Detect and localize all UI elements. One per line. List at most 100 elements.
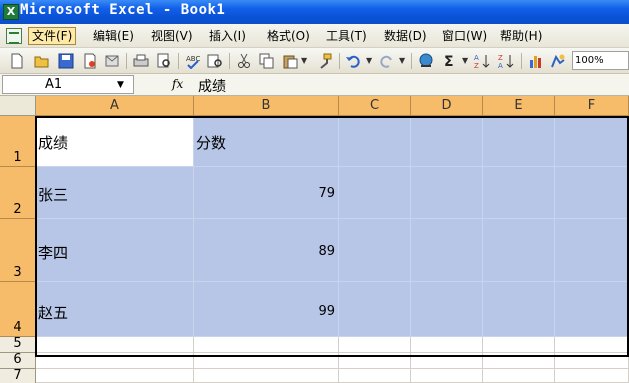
undo-icon[interactable]	[345, 53, 361, 69]
redo-dropdown-icon[interactable]: ▼	[399, 56, 405, 65]
cell-a5[interactable]	[36, 337, 194, 353]
cell-b4[interactable]: 99	[194, 282, 339, 337]
cell-b3[interactable]: 89	[194, 219, 339, 282]
undo-dropdown-icon[interactable]: ▼	[366, 56, 372, 65]
cell-b6[interactable]	[194, 353, 339, 369]
cell-d7[interactable]	[411, 369, 483, 383]
cell-b7[interactable]	[194, 369, 339, 383]
cell-a1[interactable]: 成绩	[36, 116, 194, 167]
cell-f5[interactable]	[555, 337, 629, 353]
print-icon[interactable]	[133, 53, 149, 69]
menu-help[interactable]: 帮助(H)	[497, 28, 545, 46]
cell-a7[interactable]	[36, 369, 194, 383]
menu-file[interactable]: 文件(F)	[28, 27, 77, 45]
permission-icon[interactable]	[82, 53, 98, 69]
cell-a6[interactable]	[36, 353, 194, 369]
cell-f1[interactable]	[555, 116, 629, 167]
row-header-1[interactable]: 1	[0, 116, 36, 167]
cell-d6[interactable]	[411, 353, 483, 369]
column-header-c[interactable]: C	[339, 96, 411, 116]
cell-e5[interactable]	[483, 337, 555, 353]
column-header-d[interactable]: D	[411, 96, 483, 116]
print-preview-icon[interactable]	[156, 53, 172, 69]
cell-e2[interactable]	[483, 167, 555, 219]
email-icon[interactable]	[104, 53, 120, 69]
sort-ascending-icon[interactable]: AZ	[474, 53, 490, 69]
cut-icon[interactable]	[236, 53, 252, 69]
menu-edit[interactable]: 编辑(E)	[90, 28, 137, 46]
menu-format[interactable]: 格式(O)	[264, 28, 313, 46]
row-header-2[interactable]: 2	[0, 167, 36, 219]
row-header-3[interactable]: 3	[0, 219, 36, 282]
cell-c1[interactable]	[339, 116, 411, 167]
copy-icon[interactable]	[259, 53, 275, 69]
new-icon[interactable]	[9, 53, 25, 69]
format-painter-icon[interactable]	[317, 53, 333, 69]
menu-insert[interactable]: 插入(I)	[206, 28, 249, 46]
paste-icon[interactable]	[282, 53, 298, 69]
formula-input[interactable]: 成绩	[198, 76, 226, 96]
drawing-icon[interactable]	[550, 53, 566, 69]
autosum-dropdown-icon[interactable]: ▼	[462, 56, 468, 65]
excel-app-icon[interactable]: X	[3, 4, 19, 20]
column-header-a[interactable]: A	[36, 96, 194, 116]
cell-c3[interactable]	[339, 219, 411, 282]
cell-f6[interactable]	[555, 353, 629, 369]
cell-f7[interactable]	[555, 369, 629, 383]
paste-dropdown-icon[interactable]: ▼	[301, 56, 307, 65]
window-title: Microsoft Excel - Book1	[20, 2, 226, 18]
cell-b1[interactable]: 分数	[194, 116, 339, 167]
column-header-f[interactable]: F	[555, 96, 629, 116]
cell-f4[interactable]	[555, 282, 629, 337]
cell-e7[interactable]	[483, 369, 555, 383]
cell-b5[interactable]	[194, 337, 339, 353]
redo-icon[interactable]	[379, 53, 395, 69]
cell-e1[interactable]	[483, 116, 555, 167]
menu-window[interactable]: 窗口(W)	[439, 28, 490, 46]
cell-e3[interactable]	[483, 219, 555, 282]
toolbar-separator	[126, 53, 127, 69]
cell-d4[interactable]	[411, 282, 483, 337]
cell-d3[interactable]	[411, 219, 483, 282]
cell-a4[interactable]: 赵五	[36, 282, 194, 337]
cell-e4[interactable]	[483, 282, 555, 337]
cell-c5[interactable]	[339, 337, 411, 353]
column-header-b[interactable]: B	[194, 96, 339, 116]
cell-c2[interactable]	[339, 167, 411, 219]
cell-d1[interactable]	[411, 116, 483, 167]
autosum-icon[interactable]: Σ	[442, 53, 458, 69]
cell-e6[interactable]	[483, 353, 555, 369]
insert-function-icon[interactable]: fx	[172, 77, 183, 91]
cell-d5[interactable]	[411, 337, 483, 353]
open-icon[interactable]	[34, 53, 50, 69]
hyperlink-icon[interactable]	[418, 53, 434, 69]
workbook-icon[interactable]	[6, 28, 22, 44]
name-box-dropdown-icon[interactable]: ▼	[117, 80, 124, 90]
formula-bar: A1 ▼ fx 成绩	[0, 74, 629, 96]
zoom-combobox[interactable]: 100%	[572, 51, 629, 70]
row-header-7[interactable]: 7	[0, 368, 36, 383]
cell-f2[interactable]	[555, 167, 629, 219]
select-all-corner[interactable]	[0, 96, 36, 116]
cell-a2[interactable]: 张三	[36, 167, 194, 219]
column-header-e[interactable]: E	[483, 96, 555, 116]
chart-wizard-icon[interactable]	[528, 53, 544, 69]
row-header-6[interactable]: 6	[0, 352, 36, 369]
name-box[interactable]: A1 ▼	[2, 75, 134, 94]
spelling-icon[interactable]: ABC	[185, 53, 201, 69]
menu-tools[interactable]: 工具(T)	[323, 28, 370, 46]
cell-a3[interactable]: 李四	[36, 219, 194, 282]
row-header-5[interactable]: 5	[0, 336, 36, 353]
cell-d2[interactable]	[411, 167, 483, 219]
cell-c4[interactable]	[339, 282, 411, 337]
cell-c7[interactable]	[339, 369, 411, 383]
menu-data[interactable]: 数据(D)	[381, 28, 430, 46]
research-icon[interactable]	[207, 53, 223, 69]
row-header-4[interactable]: 4	[0, 282, 36, 337]
cell-b2[interactable]: 79	[194, 167, 339, 219]
cell-f3[interactable]	[555, 219, 629, 282]
cell-c6[interactable]	[339, 353, 411, 369]
menu-view[interactable]: 视图(V)	[148, 28, 196, 46]
sort-descending-icon[interactable]: ZA	[498, 53, 514, 69]
save-icon[interactable]	[58, 53, 74, 69]
